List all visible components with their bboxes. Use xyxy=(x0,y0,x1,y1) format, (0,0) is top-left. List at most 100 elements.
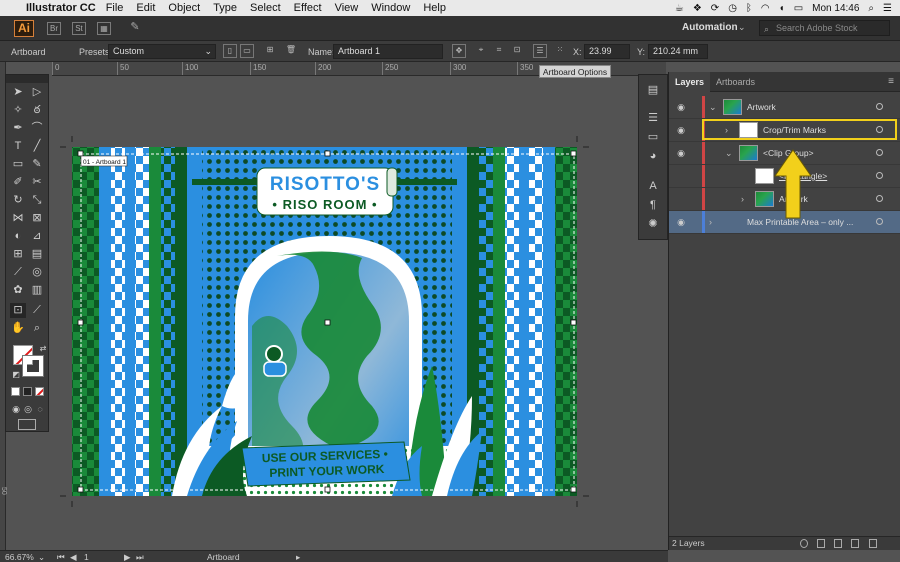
reference-point-icon[interactable]: ⁙ xyxy=(553,44,567,58)
bluetooth-icon[interactable]: ᛒ xyxy=(746,3,752,14)
stock-search-input[interactable]: ⌕ Search Adobe Stock xyxy=(759,20,890,36)
type-tool-icon[interactable]: T xyxy=(10,139,26,154)
menu-window[interactable]: Window xyxy=(371,2,410,14)
scissors-tool-icon[interactable]: ✂ xyxy=(29,175,45,190)
curvature-tool-icon[interactable]: ⌒ xyxy=(29,121,45,136)
panel-menu-icon[interactable]: ≡ xyxy=(888,76,894,87)
direct-selection-tool-icon[interactable]: ▷ xyxy=(29,85,45,100)
line-tool-icon[interactable]: ╱ xyxy=(29,139,45,154)
artboard-options-icon[interactable]: ☰ xyxy=(533,44,547,58)
none-mode-icon[interactable] xyxy=(35,387,44,396)
chevron-down-icon[interactable]: ⌄ xyxy=(738,22,746,33)
target-circle-icon[interactable] xyxy=(876,103,883,110)
volume-icon[interactable]: ◖ xyxy=(779,3,785,14)
visibility-eye-icon[interactable]: ◉ xyxy=(675,125,687,136)
arrange-documents-icon[interactable]: ▦ xyxy=(97,22,111,35)
magic-wand-tool-icon[interactable]: ✧ xyxy=(10,103,26,118)
delete-artboard-icon[interactable]: 🗑 xyxy=(284,44,298,58)
app-menu-name[interactable]: Illustrator CC xyxy=(26,2,96,14)
show-cross-hairs-icon[interactable]: ⌗ xyxy=(492,44,506,58)
visibility-eye-icon[interactable]: ◉ xyxy=(675,217,687,228)
character-icon[interactable]: A xyxy=(646,179,660,193)
menu-edit[interactable]: Edit xyxy=(136,2,155,14)
width-tool-icon[interactable]: ⋈ xyxy=(10,211,26,226)
panel-grip[interactable] xyxy=(6,75,48,83)
list-icon[interactable]: ☰ xyxy=(883,3,892,14)
shape-builder-tool-icon[interactable]: ◐ xyxy=(10,229,26,244)
blend-tool-icon[interactable]: ◎ xyxy=(29,265,45,280)
paintbrush-tool-icon[interactable]: ✎ xyxy=(29,157,45,172)
presets-dropdown[interactable]: Custom ⌄ xyxy=(108,44,216,59)
pen-tool-icon[interactable]: ✒ xyxy=(10,121,26,136)
rectangle-tool-icon[interactable]: ▭ xyxy=(10,157,26,172)
landscape-icon[interactable]: ▭ xyxy=(240,44,254,58)
scale-tool-icon[interactable]: ⤡ xyxy=(29,193,45,208)
eyedropper-tool-icon[interactable]: ⟋ xyxy=(10,265,26,280)
portrait-icon[interactable]: ▯ xyxy=(223,44,237,58)
tab-layers[interactable]: Layers xyxy=(669,71,711,92)
selection-tool-icon[interactable]: ➤ xyxy=(10,85,26,100)
target-circle-icon[interactable] xyxy=(876,172,883,179)
hand-tool-icon[interactable]: ✋ xyxy=(10,321,26,336)
rotate-tool-icon[interactable]: ↻ xyxy=(10,193,26,208)
search-icon[interactable]: ⌕ xyxy=(868,3,874,14)
last-artboard-icon[interactable]: ⏭ xyxy=(136,552,144,562)
libraries-icon[interactable]: ▤ xyxy=(646,83,660,97)
show-safe-area-icon[interactable]: ⊡ xyxy=(510,44,524,58)
artboard-number[interactable]: 1 xyxy=(84,552,89,562)
brush-icon[interactable]: ✎ xyxy=(128,22,142,35)
layer-row-artwork[interactable]: ◉ ⌄ Artwork xyxy=(669,96,900,119)
x-input[interactable]: 23.99 mm xyxy=(584,44,630,69)
target-circle-icon[interactable] xyxy=(876,195,883,202)
symbols-icon[interactable]: ✺ xyxy=(646,217,660,231)
menu-help[interactable]: Help xyxy=(423,2,446,14)
slice-tool-icon[interactable]: ⟋ xyxy=(29,303,45,318)
mesh-tool-icon[interactable]: ⊞ xyxy=(10,247,26,262)
menu-type[interactable]: Type xyxy=(213,2,237,14)
show-center-mark-icon[interactable]: ⌖ xyxy=(474,44,488,58)
canvas[interactable]: RISOTTO'S • RISO ROOM • USE OUR SERVICES… xyxy=(52,76,666,550)
status-play-icon[interactable]: ▸ xyxy=(296,552,300,562)
bridge-icon[interactable]: Br xyxy=(47,22,61,35)
swap-fill-stroke-icon[interactable]: ⇄ xyxy=(35,341,51,356)
symbol-sprayer-tool-icon[interactable]: ✿ xyxy=(10,283,26,298)
next-artboard-icon[interactable]: ▶ xyxy=(124,552,131,562)
visibility-eye-icon[interactable]: ◉ xyxy=(675,102,687,113)
new-artboard-icon[interactable]: ⊞ xyxy=(263,44,277,58)
new-layer-icon[interactable] xyxy=(851,539,859,548)
chevron-down-icon[interactable]: ⌄ xyxy=(725,148,733,159)
coffee-icon[interactable]: ☕ xyxy=(675,3,684,14)
chevron-right-icon[interactable]: › xyxy=(741,194,744,204)
y-input[interactable]: 210.24 mm xyxy=(648,44,708,59)
chevron-down-icon[interactable]: ⌄ xyxy=(709,102,717,113)
battery-icon[interactable]: ▭ xyxy=(794,3,803,14)
sync-icon[interactable]: ⟳ xyxy=(711,3,719,14)
chevron-right-icon[interactable]: › xyxy=(709,217,712,227)
column-graph-tool-icon[interactable]: ▥ xyxy=(29,283,45,298)
appearance-icon[interactable]: ◕ xyxy=(646,149,660,163)
menu-view[interactable]: View xyxy=(335,2,359,14)
gradient-tool-icon[interactable]: ▤ xyxy=(29,247,45,262)
clock-icon[interactable]: ◷ xyxy=(728,3,737,14)
zoom-level[interactable]: 66.67% xyxy=(5,552,34,562)
gradient-mode-icon[interactable] xyxy=(23,387,32,396)
zoom-tool-icon[interactable]: ⌕ xyxy=(29,321,45,336)
default-fill-stroke-icon[interactable]: ◩ xyxy=(8,367,24,382)
wifi-icon[interactable]: ◠ xyxy=(761,3,770,14)
stock-icon[interactable]: St xyxy=(72,22,86,35)
layer-name[interactable]: Artwork xyxy=(747,102,776,112)
artboard-tool-icon[interactable]: ⊡ xyxy=(10,303,26,318)
target-circle-icon[interactable] xyxy=(876,218,883,225)
free-transform-tool-icon[interactable]: ⊠ xyxy=(29,211,45,226)
dropbox-icon[interactable]: ❖ xyxy=(693,3,702,14)
previous-artboard-icon[interactable]: ◀ xyxy=(70,552,77,562)
draw-inside-icon[interactable]: ◌ xyxy=(32,402,48,417)
first-artboard-icon[interactable]: ⏮ xyxy=(57,552,65,562)
visibility-eye-icon[interactable]: ◉ xyxy=(675,148,687,159)
transparency-icon[interactable]: ▭ xyxy=(646,130,660,144)
color-mode-icon[interactable] xyxy=(11,387,20,396)
workspace-switcher[interactable]: Automation xyxy=(682,22,738,33)
stroke-swatch[interactable] xyxy=(22,355,44,377)
screen-mode-icon[interactable] xyxy=(18,419,36,430)
status-mode[interactable]: Artboard xyxy=(207,552,240,562)
